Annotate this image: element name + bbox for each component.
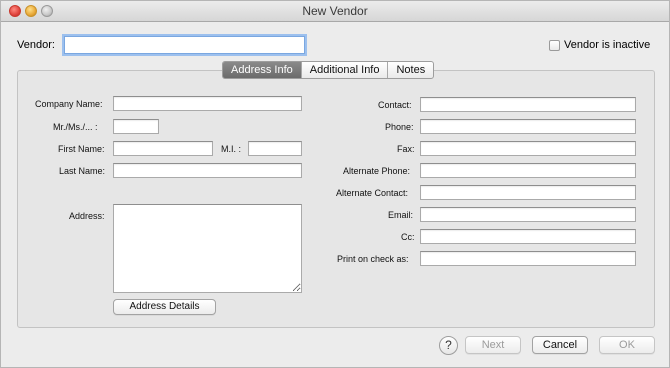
- title-bar: New Vendor: [1, 1, 669, 22]
- first-name-input[interactable]: [113, 141, 213, 156]
- new-vendor-window: New Vendor Vendor: Vendor is inactive Ad…: [0, 0, 670, 368]
- salutation-label: Mr./Ms./... :: [53, 122, 98, 132]
- middle-initial-label: M.I. :: [221, 144, 241, 154]
- salutation-input[interactable]: [113, 119, 159, 134]
- company-name-label: Company Name:: [35, 99, 103, 109]
- tab-notes[interactable]: Notes: [388, 62, 433, 78]
- vendor-name-input[interactable]: [64, 36, 305, 54]
- minimize-window-icon[interactable]: [25, 5, 37, 17]
- vendor-inactive-label[interactable]: Vendor is inactive: [564, 39, 650, 51]
- fax-input[interactable]: [420, 141, 636, 156]
- middle-initial-input[interactable]: [248, 141, 302, 156]
- address-details-button[interactable]: Address Details: [113, 299, 216, 315]
- alternate-contact-label: Alternate Contact:: [336, 188, 409, 198]
- ok-button[interactable]: OK: [599, 336, 655, 354]
- email-input[interactable]: [420, 207, 636, 222]
- phone-label: Phone:: [385, 122, 414, 132]
- help-icon[interactable]: ?: [439, 336, 458, 355]
- alternate-phone-label: Alternate Phone:: [343, 166, 411, 176]
- tab-additional-info[interactable]: Additional Info: [302, 62, 389, 78]
- tab-address-info[interactable]: Address Info: [223, 62, 302, 78]
- phone-input[interactable]: [420, 119, 636, 134]
- contact-label: Contact:: [378, 100, 412, 110]
- cc-input[interactable]: [420, 229, 636, 244]
- print-on-check-label: Print on check as:: [337, 254, 409, 264]
- alternate-phone-input[interactable]: [420, 163, 636, 178]
- cc-label: Cc:: [401, 232, 415, 242]
- window-title: New Vendor: [302, 4, 368, 18]
- zoom-window-icon[interactable]: [41, 5, 53, 17]
- last-name-input[interactable]: [113, 163, 302, 178]
- vendor-inactive-checkbox[interactable]: [549, 40, 560, 51]
- tab-bar: Address Info Additional Info Notes: [222, 61, 435, 79]
- company-name-input[interactable]: [113, 96, 302, 111]
- last-name-label: Last Name:: [59, 166, 106, 176]
- print-on-check-input[interactable]: [420, 251, 636, 266]
- next-button[interactable]: Next: [465, 336, 521, 354]
- close-window-icon[interactable]: [9, 5, 21, 17]
- address-textarea[interactable]: [113, 204, 302, 293]
- address-label: Address:: [69, 211, 105, 221]
- vendor-label: Vendor:: [17, 39, 55, 51]
- contact-input[interactable]: [420, 97, 636, 112]
- fax-label: Fax:: [397, 144, 415, 154]
- cancel-button[interactable]: Cancel: [532, 336, 588, 354]
- alternate-contact-input[interactable]: [420, 185, 636, 200]
- email-label: Email:: [388, 210, 414, 220]
- first-name-label: First Name:: [58, 144, 105, 154]
